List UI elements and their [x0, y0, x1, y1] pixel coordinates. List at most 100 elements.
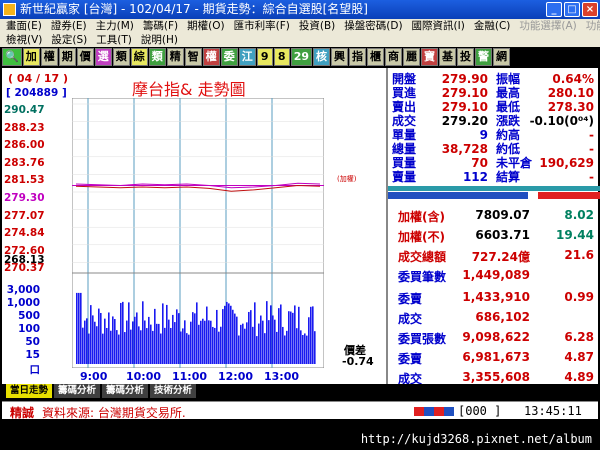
- buy-sell-bar: [388, 186, 600, 199]
- toolbar-button-14[interactable]: 8: [273, 48, 290, 66]
- volume-bar: [178, 313, 180, 364]
- toolbar-button-9[interactable]: 智: [184, 48, 202, 66]
- quote-label-2: 漲跌: [496, 114, 521, 128]
- menu-item-6[interactable]: 投資(B): [299, 19, 335, 33]
- toolbar-button-15[interactable]: 29: [290, 48, 313, 66]
- menu-item-10[interactable]: 功能選擇(A): [519, 19, 576, 33]
- volume-bar: [276, 331, 278, 364]
- volume-bar: [186, 333, 188, 364]
- toolbar-button-21[interactable]: 麗: [403, 48, 421, 66]
- volume-bar: [94, 321, 96, 364]
- volume-bar: [90, 305, 92, 364]
- data-source: 資料來源: 台灣期貨交易所.: [42, 406, 186, 420]
- volume-bar: [80, 292, 82, 364]
- stat-label: 成交: [398, 312, 423, 326]
- volume-bar: [282, 326, 284, 364]
- quote-value-2: -: [589, 142, 594, 156]
- menu-item-r2-0[interactable]: 檢視(V): [6, 33, 42, 47]
- toolbar-button-17[interactable]: 興: [331, 48, 349, 66]
- time-tick: 10:00: [126, 370, 162, 383]
- quote-value: 9: [479, 128, 488, 142]
- menu-item-5[interactable]: 匯市利率(F): [234, 19, 290, 33]
- quote-label: 賣量: [392, 170, 417, 184]
- maximize-button[interactable]: □: [564, 2, 580, 17]
- toolbar-button-7[interactable]: 類: [148, 48, 166, 66]
- menu-item-2[interactable]: 主力(M): [96, 19, 134, 33]
- menu-item-r2-3[interactable]: 說明(H): [141, 33, 178, 47]
- close-button[interactable]: ×: [582, 2, 598, 17]
- toolbar-button-16[interactable]: 核: [313, 48, 331, 66]
- quote-label-2: 結算: [496, 170, 521, 184]
- tab-3[interactable]: 技術分析: [150, 384, 197, 398]
- watermark-url: http://kujd3268.pixnet.net/album: [360, 432, 592, 446]
- toolbar-button-25[interactable]: 警: [475, 48, 493, 66]
- toolbar-button-2[interactable]: 期: [58, 48, 76, 66]
- volume-bar: [238, 335, 240, 364]
- toolbar-button-24[interactable]: 投: [457, 48, 475, 66]
- search-icon[interactable]: 🔍: [2, 48, 22, 66]
- tab-1[interactable]: 籌碼分析: [54, 384, 101, 398]
- toolbar-button-8[interactable]: 精: [166, 48, 184, 66]
- volume-bar: [158, 323, 160, 364]
- volume-bar: [224, 305, 226, 364]
- toolbar-button-26[interactable]: 網: [493, 48, 511, 66]
- time-tick: 11:00: [172, 370, 208, 383]
- volume-bar: [108, 312, 110, 364]
- toolbar-button-6[interactable]: 綜: [130, 48, 148, 66]
- stat-value: 727.24億: [471, 250, 530, 264]
- toolbar-button-3[interactable]: 價: [76, 48, 94, 66]
- toolbar-button-4[interactable]: 選: [94, 48, 112, 66]
- tab-2[interactable]: 籌碼分析: [102, 384, 149, 398]
- toolbar-button-13[interactable]: 9: [256, 48, 273, 66]
- volume-bar: [182, 328, 184, 364]
- quote-row: 買量 70 未平倉 190,629: [392, 156, 598, 170]
- toolbar-button-20[interactable]: 商: [385, 48, 403, 66]
- time-tick: 12:00: [218, 370, 254, 383]
- toolbar-button-12[interactable]: 江: [238, 48, 256, 66]
- quote-label-2: 最高: [496, 86, 521, 100]
- menu-item-8[interactable]: 國際資訊(I): [412, 19, 465, 33]
- stat-label: 成交總額: [398, 250, 447, 264]
- volume-bar: [228, 303, 230, 364]
- toolbar-button-5[interactable]: 類: [112, 48, 130, 66]
- quote-value: 279.90: [441, 72, 488, 86]
- tab-0[interactable]: 當日走勢: [6, 384, 53, 398]
- volume-bar: [236, 316, 238, 364]
- volume-bar: [240, 324, 242, 364]
- volume-bar: [216, 309, 218, 364]
- volume-bar: [120, 302, 122, 364]
- menu-item-r2-2[interactable]: 工具(T): [96, 33, 132, 47]
- menu-item-r2-1[interactable]: 設定(S): [51, 33, 87, 47]
- quote-value-2: 190,629: [539, 156, 594, 170]
- menu-item-4[interactable]: 期權(O): [187, 19, 224, 33]
- toolbar-button-23[interactable]: 基: [439, 48, 457, 66]
- menu-item-7[interactable]: 操盤密碼(D): [344, 19, 402, 33]
- menu-item-1[interactable]: 證券(E): [51, 19, 87, 33]
- menu-item-9[interactable]: 金融(C): [474, 19, 511, 33]
- menu-item-0[interactable]: 畫面(E): [6, 19, 42, 33]
- minimize-button[interactable]: _: [546, 2, 562, 17]
- toolbar-button-0[interactable]: 加: [22, 48, 40, 66]
- toolbar-button-11[interactable]: 委: [220, 48, 238, 66]
- status-indicator: [414, 407, 454, 416]
- toolbar-button-22[interactable]: 寶: [421, 48, 439, 66]
- toolbar-button-19[interactable]: 櫃: [367, 48, 385, 66]
- volume-bar: [154, 308, 156, 364]
- chart-panel: ( 04 / 17 ) [ 204889 ] 摩台指& 走勢圖 290.47 28…: [2, 68, 386, 384]
- volume-bar: [270, 305, 272, 364]
- menu-item-11[interactable]: 功能操作(O): [586, 19, 600, 33]
- volume-bar: [136, 312, 138, 364]
- chart-title: 摩台指& 走勢圖: [132, 80, 246, 99]
- toolbar-button-18[interactable]: 指: [349, 48, 367, 66]
- toolbar-button-1[interactable]: 權: [40, 48, 58, 66]
- volume-bar: [160, 333, 162, 364]
- stat-value: 686,102: [475, 310, 530, 324]
- volume-bar: [96, 326, 98, 364]
- menu-item-3[interactable]: 籌碼(F): [143, 19, 178, 33]
- volume-tick: 100: [18, 323, 40, 335]
- volume-bar: [242, 323, 244, 364]
- toolbar-button-10[interactable]: 權: [202, 48, 220, 66]
- volume-bar: [138, 326, 140, 364]
- stat-row: 委賣 6,981,673 4.87: [398, 350, 594, 367]
- quote-row: 賣量 112 結算 -: [392, 170, 598, 184]
